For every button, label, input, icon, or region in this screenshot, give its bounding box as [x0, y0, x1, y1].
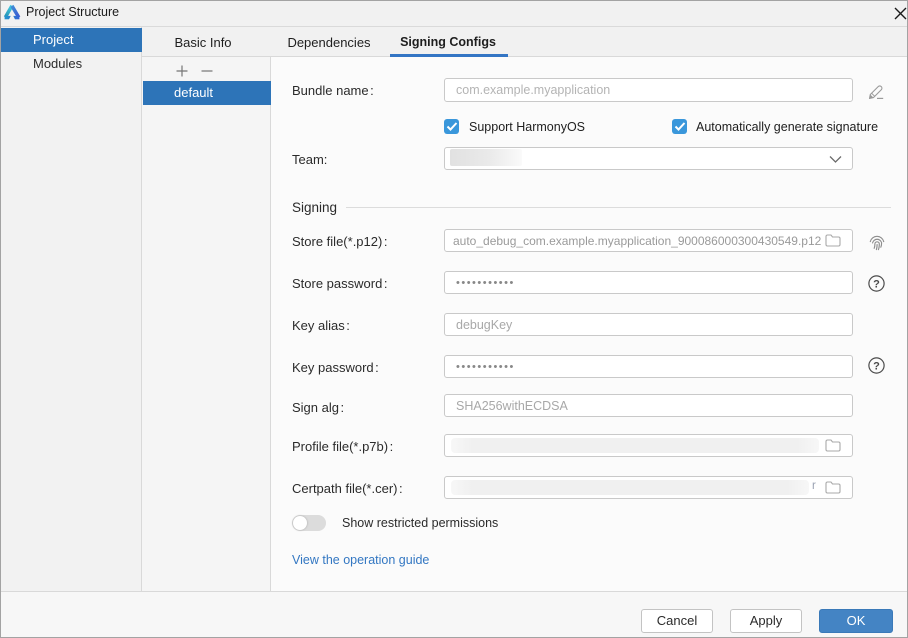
svg-text:?: ? — [873, 278, 880, 290]
svg-text:?: ? — [873, 360, 880, 372]
